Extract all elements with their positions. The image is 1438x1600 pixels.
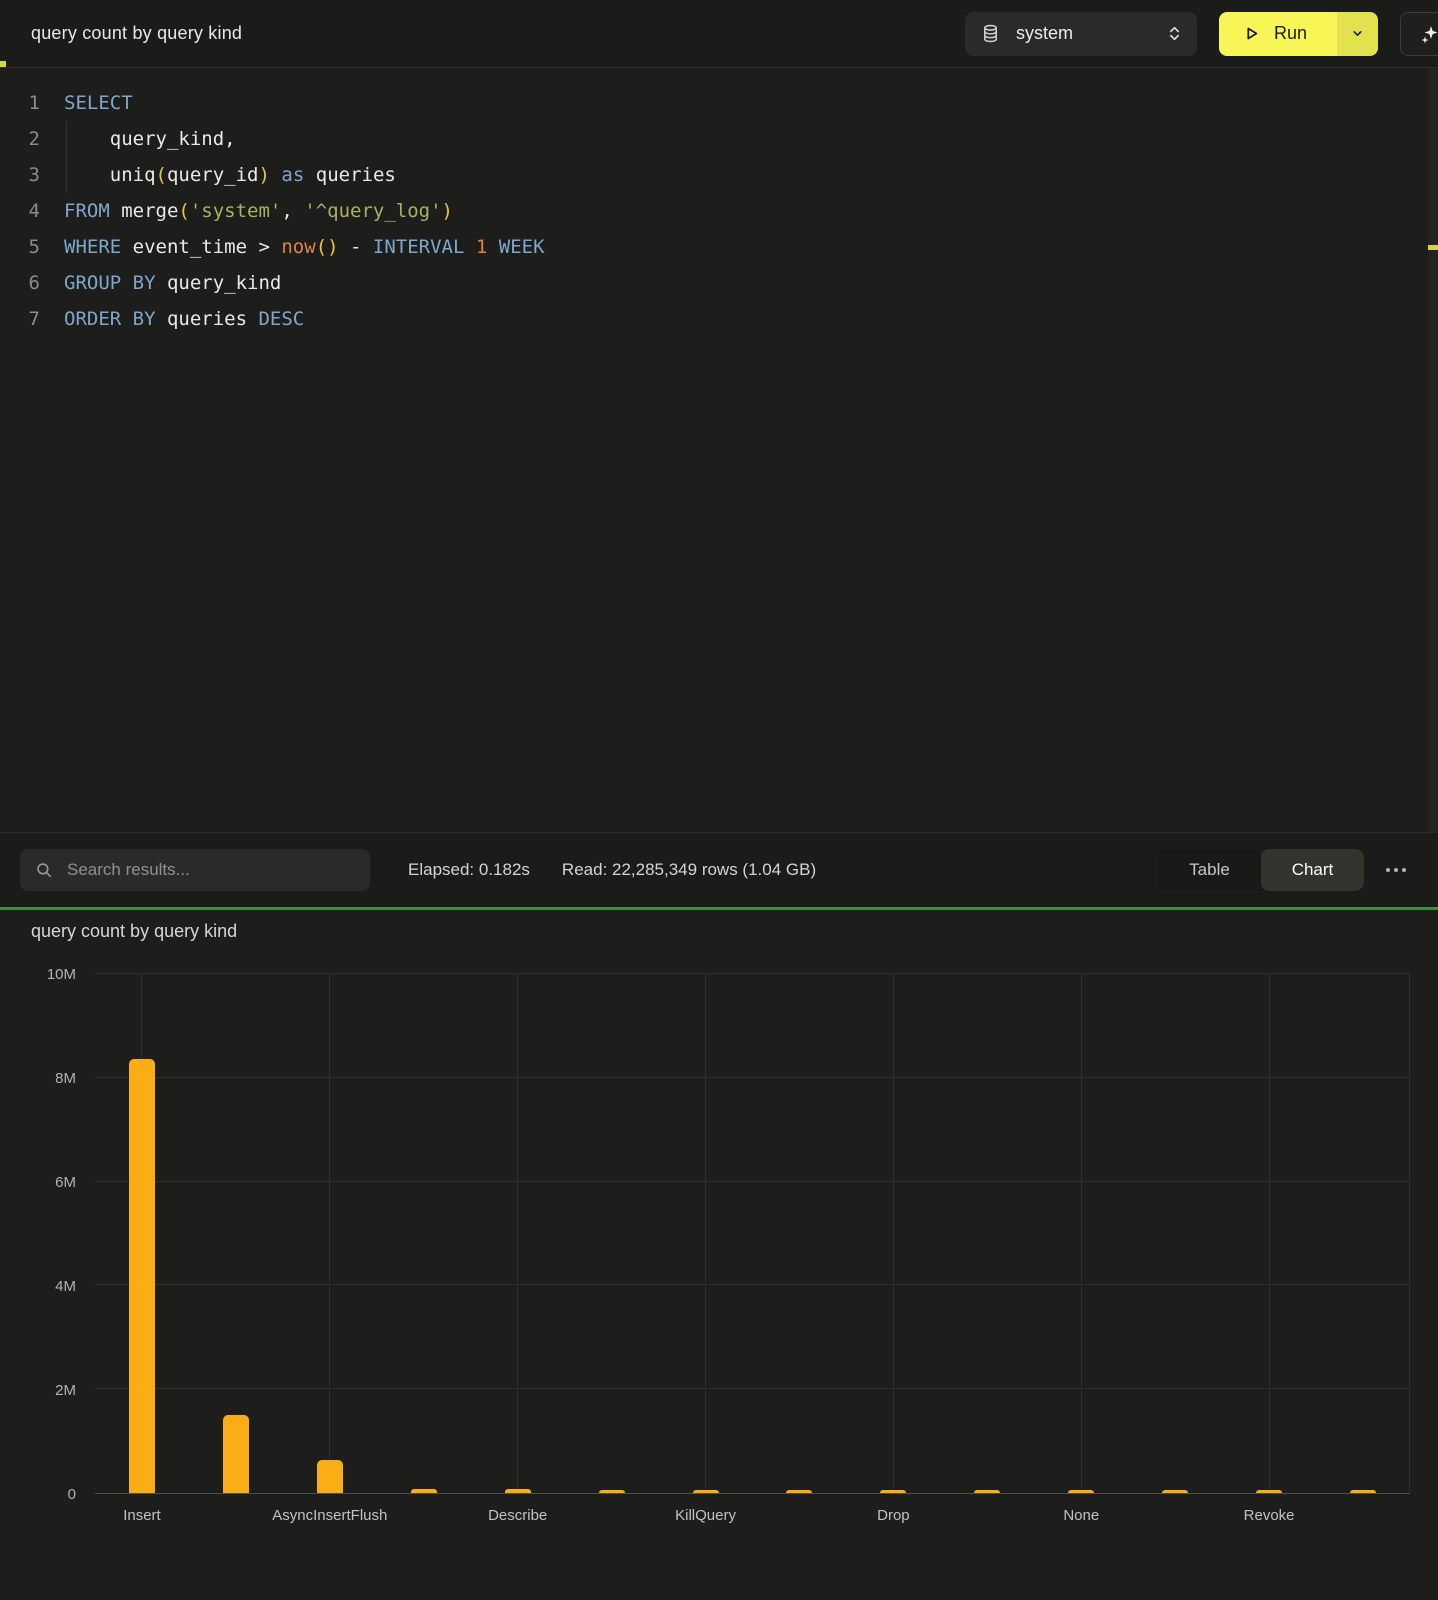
editor-scrollbar[interactable]: [1428, 68, 1438, 832]
v-gridline: [705, 974, 706, 1493]
bar-AsyncInsertFlush[interactable]: [317, 1460, 343, 1493]
line-number: 3: [0, 157, 40, 193]
chart-title: query count by query kind: [31, 921, 237, 942]
y-tick-label: 6M: [55, 1174, 76, 1191]
bar-unlabeled[interactable]: [786, 1490, 812, 1493]
ai-assist-button[interactable]: [1400, 12, 1438, 56]
h-gridline: [95, 1181, 1410, 1182]
view-toggle: Table Chart: [1158, 849, 1364, 891]
elapsed-stat: Elapsed: 0.182s: [408, 860, 530, 880]
h-gridline: [95, 1388, 1410, 1389]
code-text: ORDER BY queries DESC: [40, 301, 304, 337]
line-number: 4: [0, 193, 40, 229]
bar-KillQuery[interactable]: [693, 1490, 719, 1493]
read-stat: Read: 22,285,349 rows (1.04 GB): [562, 860, 816, 880]
x-tick-label: Revoke: [1244, 1507, 1295, 1524]
sql-editor[interactable]: 1SELECT2 query_kind,3 uniq(query_id) as …: [0, 68, 1438, 832]
y-axis-labels: 02M4M6M8M10M: [0, 974, 80, 1494]
search-icon: [35, 861, 53, 879]
bar-unlabeled[interactable]: [974, 1490, 1000, 1493]
h-gridline: [95, 1077, 1410, 1078]
code-text: SELECT: [40, 85, 133, 121]
code-line: 5WHERE event_time > now() - INTERVAL 1 W…: [0, 229, 1438, 265]
bar-Revoke[interactable]: [1256, 1490, 1282, 1493]
editor-cursor-marker: [0, 61, 6, 67]
bar-Insert[interactable]: [129, 1059, 155, 1493]
play-icon: [1243, 25, 1260, 42]
ellipsis-icon: [1386, 868, 1390, 872]
bar-unlabeled[interactable]: [411, 1489, 437, 1493]
x-tick-label: KillQuery: [675, 1507, 736, 1524]
bar-None[interactable]: [1068, 1490, 1094, 1493]
chart-section: query count by query kind 0 2M 4M 6M 8M 10M I…: [0, 910, 1438, 1600]
v-gridline: [1269, 974, 1270, 1493]
code-text: GROUP BY query_kind: [40, 265, 281, 301]
code-text: uniq(query_id) as queries: [40, 157, 396, 193]
overview-ruler-mark: [1428, 245, 1438, 250]
run-button-label: Run: [1274, 23, 1307, 44]
more-options-button[interactable]: [1376, 858, 1416, 882]
bar-Drop[interactable]: [880, 1490, 906, 1493]
updown-chevron-icon: [1166, 23, 1183, 44]
line-number: 6: [0, 265, 40, 301]
code-text: query_kind,: [40, 121, 236, 157]
bar-unlabeled[interactable]: [599, 1490, 625, 1493]
bar-unlabeled[interactable]: [1162, 1490, 1188, 1493]
v-gridline: [329, 974, 330, 1493]
line-number: 5: [0, 229, 40, 265]
line-number: 2: [0, 121, 40, 157]
y-tick-label: 2M: [55, 1382, 76, 1399]
x-tick-label: AsyncInsertFlush: [272, 1507, 387, 1524]
code-line: 6GROUP BY query_kind: [0, 265, 1438, 301]
indent-guide: [66, 121, 67, 193]
y-tick-label: 4M: [55, 1278, 76, 1295]
code-line: 7ORDER BY queries DESC: [0, 301, 1438, 337]
x-tick-label: Drop: [877, 1507, 910, 1524]
tab-table[interactable]: Table: [1158, 849, 1261, 891]
code-line: 1SELECT: [0, 85, 1438, 121]
v-gridline: [1409, 974, 1410, 1493]
x-tick-label: Insert: [123, 1507, 161, 1524]
chevron-down-icon: [1350, 26, 1365, 41]
code-text: WHERE event_time > now() - INTERVAL 1 WE…: [40, 229, 545, 265]
x-tick-label: Describe: [488, 1507, 547, 1524]
search-box: [20, 849, 370, 891]
y-tick-label: 0: [68, 1486, 76, 1503]
y-tick-label: 10M: [47, 966, 76, 983]
database-selector[interactable]: system: [965, 12, 1197, 56]
search-results-input[interactable]: [65, 859, 358, 881]
database-selector-value: system: [1016, 23, 1148, 44]
topbar: query count by query kind system: [0, 0, 1438, 68]
tab-chart[interactable]: Chart: [1261, 849, 1364, 891]
code-text: FROM merge('system', '^query_log'): [40, 193, 453, 229]
x-tick-label: None: [1063, 1507, 1099, 1524]
bar-unlabeled[interactable]: [223, 1415, 249, 1493]
code-line: 4FROM merge('system', '^query_log'): [0, 193, 1438, 229]
results-toolbar: Elapsed: 0.182s Read: 22,285,349 rows (1…: [0, 832, 1438, 907]
run-split-button: Run: [1219, 12, 1378, 56]
line-number: 7: [0, 301, 40, 337]
h-gridline: [95, 1284, 1410, 1285]
code-line: 2 query_kind,: [0, 121, 1438, 157]
bar-unlabeled[interactable]: [1350, 1490, 1376, 1493]
v-gridline: [893, 974, 894, 1493]
line-number: 1: [0, 85, 40, 121]
chart-plot: InsertAsyncInsertFlushDescribeKillQueryD…: [95, 974, 1410, 1494]
v-gridline: [1081, 974, 1082, 1493]
sparkle-icon: [1419, 24, 1438, 44]
y-tick-label: 8M: [55, 1070, 76, 1087]
h-gridline: [95, 973, 1410, 974]
code-line: 3 uniq(query_id) as queries: [0, 157, 1438, 193]
run-options-button[interactable]: [1337, 12, 1378, 56]
database-icon: [981, 24, 1000, 43]
editor-lines: 1SELECT2 query_kind,3 uniq(query_id) as …: [0, 68, 1438, 337]
run-button[interactable]: Run: [1219, 12, 1337, 56]
bar-Describe[interactable]: [505, 1489, 531, 1493]
v-gridline: [517, 974, 518, 1493]
query-title: query count by query kind: [31, 23, 242, 44]
